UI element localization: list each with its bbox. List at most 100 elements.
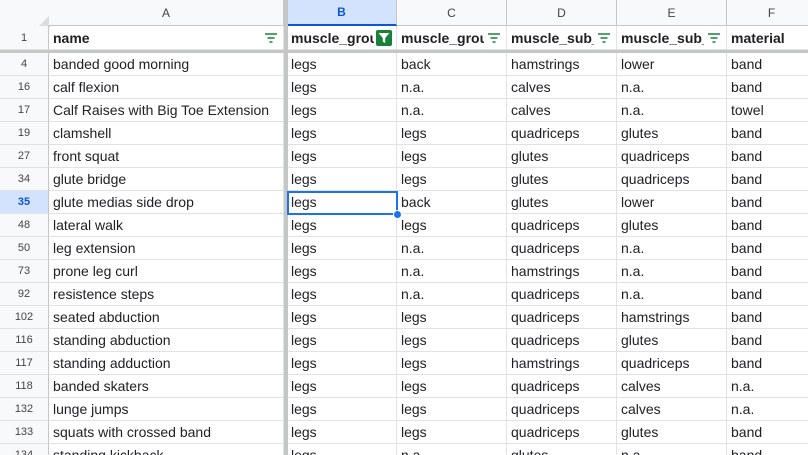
- table-cell[interactable]: glute medias side drop: [49, 191, 284, 214]
- filter-icon[interactable]: [486, 30, 502, 46]
- row-header[interactable]: 17: [0, 99, 49, 122]
- table-cell[interactable]: quadriceps: [507, 122, 617, 145]
- frozen-row-divider[interactable]: [0, 50, 808, 53]
- table-cell[interactable]: quadriceps: [507, 375, 617, 398]
- table-cell[interactable]: legs: [287, 352, 397, 375]
- table-cell[interactable]: legs: [287, 214, 397, 237]
- table-cell[interactable]: hamstrings: [507, 260, 617, 283]
- column-header-c[interactable]: C: [397, 0, 507, 26]
- row-header[interactable]: 102: [0, 306, 49, 329]
- table-cell[interactable]: quadriceps: [507, 329, 617, 352]
- table-cell[interactable]: towel: [727, 99, 808, 122]
- table-cell[interactable]: standing adduction: [49, 352, 284, 375]
- table-cell[interactable]: calf flexion: [49, 76, 284, 99]
- table-cell[interactable]: n.a.: [617, 237, 727, 260]
- table-cell[interactable]: legs: [287, 398, 397, 421]
- table-cell[interactable]: legs: [287, 237, 397, 260]
- header-cell-b[interactable]: muscle_group_1: [287, 26, 397, 50]
- row-header[interactable]: 34: [0, 168, 49, 191]
- table-cell[interactable]: clamshell: [49, 122, 284, 145]
- table-cell[interactable]: banded good morning: [49, 53, 284, 76]
- table-cell[interactable]: legs: [287, 306, 397, 329]
- table-cell[interactable]: back: [397, 53, 507, 76]
- table-cell[interactable]: band: [727, 306, 808, 329]
- table-cell[interactable]: glutes: [617, 329, 727, 352]
- header-cell-c[interactable]: muscle_group_2: [397, 26, 507, 50]
- table-cell[interactable]: n.a.: [397, 444, 507, 455]
- row-header[interactable]: 50: [0, 237, 49, 260]
- column-header-d[interactable]: D: [507, 0, 617, 26]
- table-cell[interactable]: glutes: [507, 191, 617, 214]
- table-cell[interactable]: band: [727, 237, 808, 260]
- row-header[interactable]: 35: [0, 191, 49, 214]
- table-cell[interactable]: n.a.: [617, 260, 727, 283]
- table-cell[interactable]: band: [727, 145, 808, 168]
- row-header[interactable]: 73: [0, 260, 49, 283]
- table-cell[interactable]: legs: [397, 421, 507, 444]
- table-cell[interactable]: legs: [397, 375, 507, 398]
- table-cell[interactable]: glutes: [507, 145, 617, 168]
- table-cell[interactable]: quadriceps: [507, 214, 617, 237]
- row-header[interactable]: 48: [0, 214, 49, 237]
- row-header[interactable]: 27: [0, 145, 49, 168]
- table-cell[interactable]: calves: [617, 398, 727, 421]
- row-header[interactable]: 116: [0, 329, 49, 352]
- table-cell[interactable]: n.a.: [617, 283, 727, 306]
- table-cell[interactable]: band: [727, 122, 808, 145]
- table-cell[interactable]: legs: [397, 352, 507, 375]
- table-cell[interactable]: hamstrings: [507, 53, 617, 76]
- table-cell[interactable]: n.a.: [397, 99, 507, 122]
- row-header[interactable]: 118: [0, 375, 49, 398]
- header-cell-d[interactable]: muscle_sub_1: [507, 26, 617, 50]
- table-cell[interactable]: quadriceps: [617, 352, 727, 375]
- table-cell[interactable]: legs: [287, 283, 397, 306]
- table-cell[interactable]: n.a.: [617, 444, 727, 455]
- table-cell[interactable]: prone leg curl: [49, 260, 284, 283]
- select-all-corner[interactable]: [0, 0, 50, 27]
- table-cell[interactable]: band: [727, 214, 808, 237]
- table-cell[interactable]: legs: [397, 168, 507, 191]
- table-cell[interactable]: hamstrings: [507, 352, 617, 375]
- table-cell[interactable]: hamstrings: [617, 306, 727, 329]
- header-cell-f[interactable]: material: [727, 26, 808, 50]
- table-cell[interactable]: legs: [287, 421, 397, 444]
- row-header[interactable]: 16: [0, 76, 49, 99]
- table-cell[interactable]: resistence steps: [49, 283, 284, 306]
- row-header[interactable]: 134: [0, 444, 49, 455]
- table-cell[interactable]: quadriceps: [617, 168, 727, 191]
- table-cell[interactable]: band: [727, 168, 808, 191]
- table-cell[interactable]: band: [727, 53, 808, 76]
- column-header-b[interactable]: B: [287, 0, 397, 26]
- table-cell[interactable]: legs: [397, 398, 507, 421]
- table-cell[interactable]: leg extension: [49, 237, 284, 260]
- table-cell[interactable]: n.a.: [727, 375, 808, 398]
- table-cell[interactable]: band: [727, 191, 808, 214]
- table-cell[interactable]: quadriceps: [507, 306, 617, 329]
- table-cell[interactable]: calves: [507, 99, 617, 122]
- table-cell[interactable]: glutes: [507, 444, 617, 455]
- table-cell[interactable]: Calf Raises with Big Toe Extension: [49, 99, 284, 122]
- table-cell[interactable]: back: [397, 191, 507, 214]
- filter-active-icon[interactable]: [376, 29, 392, 46]
- table-cell[interactable]: glutes: [617, 214, 727, 237]
- table-cell[interactable]: squats with crossed band: [49, 421, 284, 444]
- table-cell[interactable]: quadriceps: [617, 145, 727, 168]
- table-cell[interactable]: legs: [287, 191, 397, 214]
- table-cell[interactable]: n.a.: [397, 76, 507, 99]
- table-cell[interactable]: band: [727, 76, 808, 99]
- table-cell[interactable]: standing abduction: [49, 329, 284, 352]
- row-header[interactable]: 19: [0, 122, 49, 145]
- table-cell[interactable]: legs: [287, 53, 397, 76]
- row-header[interactable]: 92: [0, 283, 49, 306]
- table-cell[interactable]: band: [727, 329, 808, 352]
- filter-icon[interactable]: [263, 30, 279, 46]
- table-cell[interactable]: legs: [397, 145, 507, 168]
- table-cell[interactable]: legs: [287, 145, 397, 168]
- row-header-1[interactable]: 1: [0, 26, 49, 50]
- column-header-e[interactable]: E: [617, 0, 727, 26]
- table-cell[interactable]: glutes: [507, 168, 617, 191]
- table-cell[interactable]: seated abduction: [49, 306, 284, 329]
- header-cell-e[interactable]: muscle_sub_2: [617, 26, 727, 50]
- filter-icon[interactable]: [706, 30, 722, 46]
- table-cell[interactable]: band: [727, 444, 808, 455]
